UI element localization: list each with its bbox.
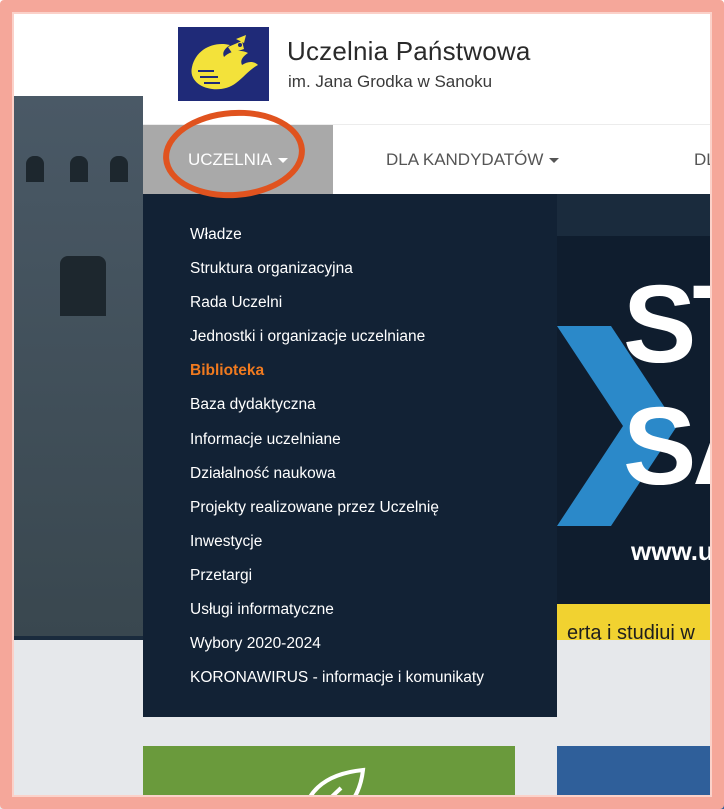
menu-item-projekty[interactable]: Projekty realizowane przez Uczelnię	[143, 497, 557, 531]
menu-item-struktura[interactable]: Struktura organizacyjna	[143, 258, 557, 292]
menu-item-rada[interactable]: Rada Uczelni	[143, 292, 557, 326]
university-logo[interactable]	[178, 27, 269, 101]
card-green[interactable]	[143, 746, 515, 809]
site-title[interactable]: Uczelnia Państwowa	[287, 36, 531, 67]
menu-item-przetargi[interactable]: Przetargi	[143, 565, 557, 599]
menu-item-informacje[interactable]: Informacje uczelniane	[143, 429, 557, 463]
building-window	[60, 256, 106, 316]
banner-text-line1: ST	[623, 263, 724, 386]
menu-item-inwestycje[interactable]: Inwestycje	[143, 531, 557, 565]
eagle-crest-icon	[190, 35, 258, 90]
uczelnia-dropdown-menu: Władze Struktura organizacyjna Rada Ucze…	[143, 194, 557, 717]
site-subtitle: im. Jana Grodka w Sanoku	[288, 72, 493, 91]
caret-down-icon	[549, 157, 560, 163]
nav-item-dla[interactable]: DLA	[694, 125, 724, 195]
menu-item-biblioteka[interactable]: Biblioteka	[143, 360, 557, 394]
nav-item-label: UCZELNIA	[187, 150, 273, 169]
nav-item-label: DLA	[694, 150, 724, 169]
promo-banner[interactable]: ST SA www.u	[557, 236, 724, 604]
building-window	[110, 156, 128, 182]
nav-item-uczelnia[interactable]: UCZELNIA	[143, 125, 333, 195]
menu-item-wybory[interactable]: Wybory 2020-2024	[143, 633, 557, 667]
banner-text-line2: SA	[623, 385, 724, 508]
banner-url: www.u	[631, 536, 714, 566]
menu-item-jednostki[interactable]: Jednostki i organizacje uczelniane	[143, 326, 557, 360]
leaf-icon	[302, 767, 366, 809]
building-window	[70, 156, 88, 182]
menu-item-koronawirus[interactable]: KORONAWIRUS - informacje i komunikaty	[143, 667, 557, 701]
caret-down-icon	[278, 157, 289, 163]
menu-item-baza[interactable]: Baza dydaktyczna	[143, 394, 557, 428]
nav-item-label: DLA KANDYDATÓW	[386, 150, 544, 169]
nav-item-dla-kandydatow[interactable]: DLA KANDYDATÓW	[386, 125, 560, 195]
menu-item-uslugi[interactable]: Usługi informatyczne	[143, 599, 557, 633]
card-blue[interactable]	[557, 746, 724, 809]
hero-building-image	[0, 96, 143, 636]
menu-item-dzialalnosc[interactable]: Działalność naukowa	[143, 463, 557, 497]
building-window	[26, 156, 44, 182]
menu-item-wladze[interactable]: Władze	[143, 224, 557, 258]
